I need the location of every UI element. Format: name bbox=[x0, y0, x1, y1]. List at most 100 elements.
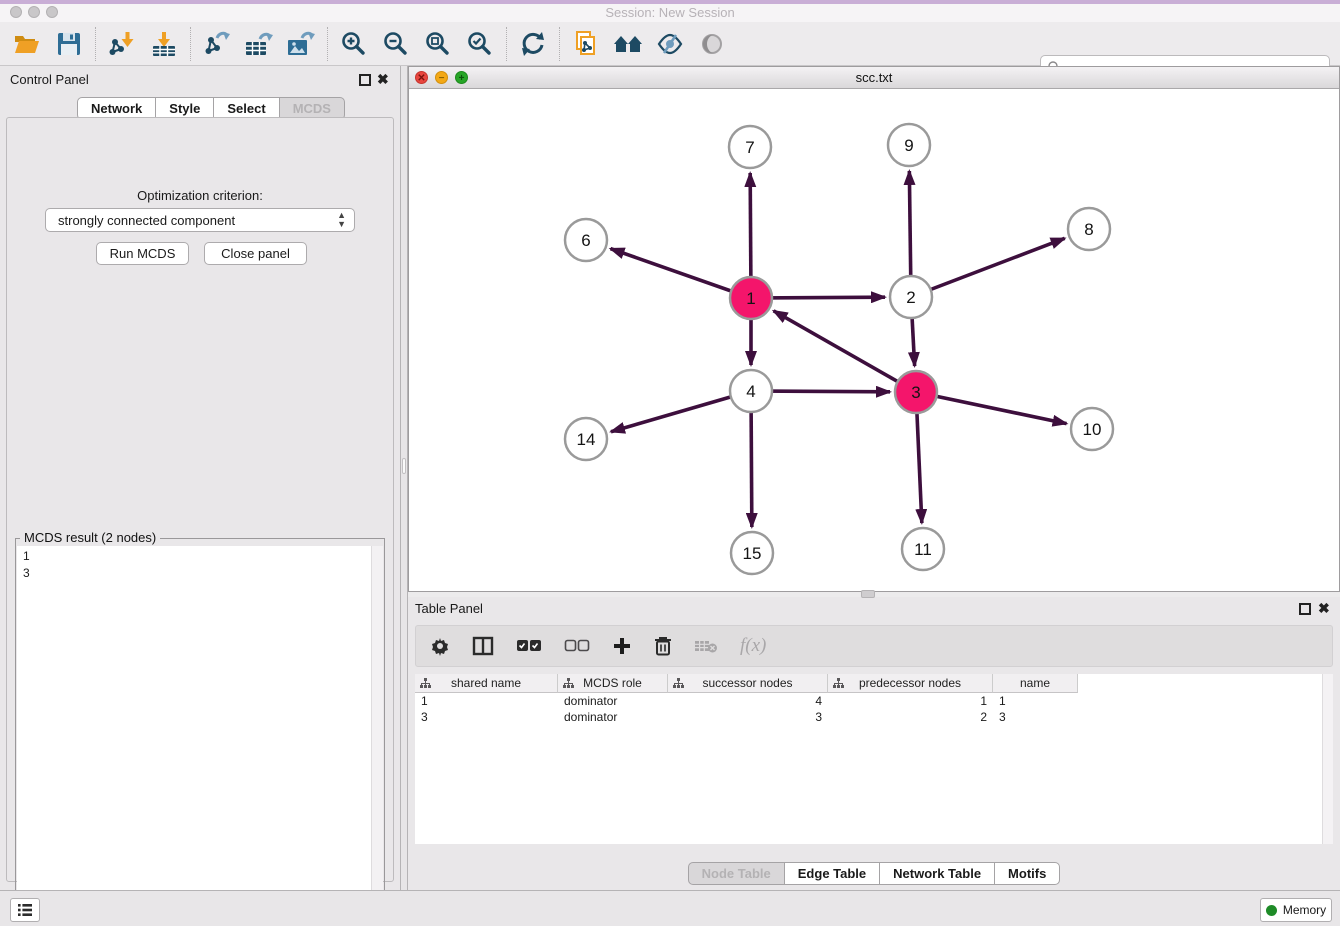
clone-network-icon[interactable] bbox=[565, 22, 607, 66]
column-header-successor-nodes[interactable]: successor nodes bbox=[668, 674, 828, 693]
vertical-splitter[interactable] bbox=[400, 66, 408, 890]
node-label: 1 bbox=[746, 289, 755, 308]
shared-column-icon bbox=[420, 678, 431, 689]
table-cell: 1 bbox=[828, 693, 993, 709]
table-row[interactable]: 3dominator323 bbox=[415, 709, 1333, 725]
memory-button[interactable]: Memory bbox=[1260, 898, 1332, 922]
table-cell: 3 bbox=[415, 709, 558, 725]
zoom-out-icon[interactable] bbox=[375, 22, 417, 66]
column-header-label: predecessor nodes bbox=[859, 676, 961, 690]
table-tabs: Node TableEdge TableNetwork TableMotifs bbox=[408, 862, 1340, 885]
table-tab-network-table[interactable]: Network Table bbox=[879, 862, 995, 885]
table-cell: dominator bbox=[558, 709, 668, 725]
network-canvas[interactable]: 7 9 6 8 1 2 4 3 14 10 15 11 bbox=[409, 89, 1339, 591]
graph-node-6[interactable]: 6 bbox=[565, 219, 607, 261]
graph-node-8[interactable]: 8 bbox=[1068, 208, 1110, 250]
table-tab-node-table[interactable]: Node Table bbox=[688, 862, 785, 885]
graph-edge-3-1[interactable] bbox=[774, 311, 916, 392]
add-column-icon[interactable] bbox=[612, 636, 632, 656]
node-label: 3 bbox=[911, 383, 920, 402]
column-header-label: name bbox=[1020, 676, 1050, 690]
table-cell: 3 bbox=[993, 709, 1078, 725]
toolbar-separator bbox=[327, 27, 328, 61]
list-menu-button[interactable] bbox=[10, 898, 40, 922]
graph-node-9[interactable]: 9 bbox=[888, 124, 930, 166]
table-cell: 1 bbox=[415, 693, 558, 709]
graph-node-1[interactable]: 1 bbox=[730, 277, 772, 319]
column-visibility-icon[interactable] bbox=[472, 636, 494, 656]
network-window-titlebar[interactable]: ✕ − + scc.txt bbox=[409, 67, 1339, 89]
zoom-in-icon[interactable] bbox=[333, 22, 375, 66]
graph-node-7[interactable]: 7 bbox=[729, 126, 771, 168]
mcds-tab-content: Optimization criterion: strongly connect… bbox=[6, 117, 394, 882]
mcds-result-list[interactable]: 13 bbox=[17, 546, 383, 920]
import-table-from-file-icon[interactable] bbox=[143, 22, 185, 66]
run-mcds-button[interactable]: Run MCDS bbox=[96, 242, 189, 265]
float-table-panel-icon[interactable] bbox=[1299, 603, 1311, 615]
main-toolbar bbox=[0, 22, 1340, 66]
zoom-selected-icon[interactable] bbox=[459, 22, 501, 66]
dropdown-value: strongly connected component bbox=[58, 213, 235, 228]
toolbar-separator bbox=[559, 27, 560, 61]
deselect-all-rows-icon[interactable] bbox=[564, 639, 590, 653]
node-label: 4 bbox=[746, 382, 755, 401]
show-hide-panels-icon[interactable] bbox=[607, 22, 649, 66]
optimization-criterion-dropdown[interactable]: strongly connected component ▲▼ bbox=[45, 208, 355, 232]
table-scrollbar[interactable] bbox=[1322, 674, 1333, 844]
select-all-rows-icon[interactable] bbox=[516, 639, 542, 653]
shared-column-icon bbox=[673, 678, 684, 689]
mcds-result-item: 3 bbox=[23, 565, 377, 582]
close-table-panel-icon[interactable]: ✖ bbox=[1318, 601, 1330, 615]
node-label: 15 bbox=[743, 544, 762, 563]
table-panel-title: Table Panel bbox=[415, 601, 483, 616]
save-session-icon[interactable] bbox=[48, 22, 90, 66]
network-graph[interactable]: 7 9 6 8 1 2 4 3 14 10 15 11 bbox=[409, 89, 1339, 591]
open-session-icon[interactable] bbox=[6, 22, 48, 66]
export-table-icon[interactable] bbox=[238, 22, 280, 66]
graph-node-10[interactable]: 10 bbox=[1071, 408, 1113, 450]
node-label: 14 bbox=[577, 430, 596, 449]
splitter-grip[interactable] bbox=[402, 458, 406, 474]
control-panel-title: Control Panel bbox=[10, 72, 89, 87]
column-header-name[interactable]: name bbox=[993, 674, 1078, 693]
table-tab-edge-table[interactable]: Edge Table bbox=[784, 862, 880, 885]
mcds-result-scrollbar[interactable] bbox=[371, 546, 383, 920]
float-panel-icon[interactable] bbox=[359, 74, 371, 86]
column-header-label: successor nodes bbox=[702, 676, 792, 690]
export-network-icon[interactable] bbox=[196, 22, 238, 66]
table-header-row: shared nameMCDS role successor nodes prede… bbox=[415, 674, 1333, 693]
graph-node-15[interactable]: 15 bbox=[731, 532, 773, 574]
show-graphics-details-icon[interactable] bbox=[649, 22, 691, 66]
table-tab-motifs[interactable]: Motifs bbox=[994, 862, 1060, 885]
table-panel: Table Panel ✖ f(x) shared nameMCDS roles… bbox=[408, 597, 1340, 890]
import-network-from-file-icon[interactable] bbox=[101, 22, 143, 66]
close-panel-button[interactable]: Close panel bbox=[204, 242, 307, 265]
graph-node-2[interactable]: 2 bbox=[890, 276, 932, 318]
delete-table-icon bbox=[694, 638, 718, 654]
graph-node-14[interactable]: 14 bbox=[565, 418, 607, 460]
graph-edge-2-8[interactable] bbox=[911, 238, 1065, 297]
delete-column-icon[interactable] bbox=[654, 636, 672, 656]
close-panel-icon[interactable]: ✖ bbox=[377, 72, 389, 86]
graph-node-3[interactable]: 3 bbox=[895, 371, 937, 413]
network-view-title: scc.txt bbox=[409, 70, 1339, 85]
column-header-MCDS-role[interactable]: MCDS role bbox=[558, 674, 668, 693]
graph-edge-1-6[interactable] bbox=[611, 249, 751, 298]
zoom-fit-icon[interactable] bbox=[417, 22, 459, 66]
graph-node-4[interactable]: 4 bbox=[730, 370, 772, 412]
node-label: 2 bbox=[906, 288, 915, 307]
table-settings-icon[interactable] bbox=[430, 636, 450, 656]
graph-node-11[interactable]: 11 bbox=[902, 528, 944, 570]
apply-preferred-layout-icon[interactable] bbox=[512, 22, 554, 66]
birds-eye-view-icon[interactable] bbox=[691, 22, 733, 66]
export-image-icon[interactable] bbox=[280, 22, 322, 66]
mcds-result-title: MCDS result (2 nodes) bbox=[20, 530, 160, 545]
column-header-shared-name[interactable]: shared name bbox=[415, 674, 558, 693]
shared-column-icon bbox=[833, 678, 844, 689]
horizontal-splitter-grip[interactable] bbox=[861, 590, 875, 598]
table-row[interactable]: 1dominator411 bbox=[415, 693, 1333, 709]
graph-edge-3-10[interactable] bbox=[916, 392, 1067, 424]
column-header-predecessor-nodes[interactable]: predecessor nodes bbox=[828, 674, 993, 693]
close-panel-button-label: Close panel bbox=[221, 246, 290, 261]
list-icon bbox=[17, 903, 33, 917]
